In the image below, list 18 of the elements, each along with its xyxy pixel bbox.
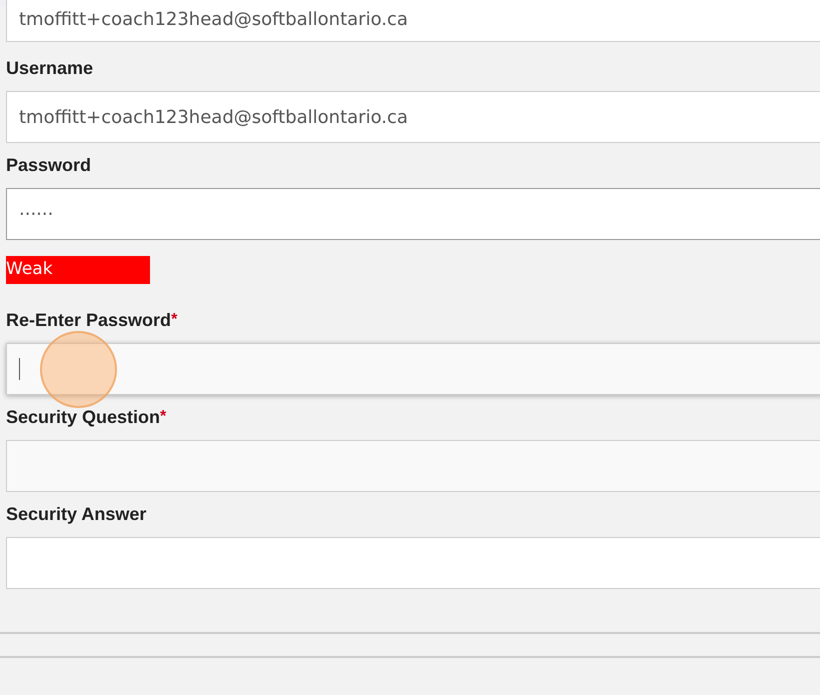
input-field[interactable]: tmoffitt+coach123head@softballontario.ca bbox=[6, 91, 820, 143]
select-field[interactable] bbox=[6, 440, 820, 492]
email-field[interactable]: tmoffitt+coach123head@softballontario.ca bbox=[6, 0, 820, 42]
field-label: Re-Enter Password bbox=[6, 308, 172, 332]
required-asterisk: * bbox=[160, 407, 166, 427]
field-label: Password bbox=[6, 154, 92, 176]
input-field[interactable]: ······ bbox=[6, 188, 820, 240]
field-label: Username bbox=[6, 56, 94, 80]
text-cursor bbox=[19, 358, 20, 380]
input-field[interactable] bbox=[6, 343, 820, 395]
field-value: tmoffitt+coach123head@softballontario.ca bbox=[19, 106, 408, 130]
required-asterisk: * bbox=[171, 310, 178, 330]
input-field[interactable] bbox=[6, 537, 820, 589]
masked-password: ······ bbox=[19, 202, 54, 226]
field-label: Security Question bbox=[6, 406, 160, 429]
strength-meter: Weak bbox=[6, 256, 150, 284]
field-value: tmoffitt+coach123head@softballontario.ca bbox=[19, 8, 408, 32]
field-label: Security Answer bbox=[6, 502, 146, 526]
